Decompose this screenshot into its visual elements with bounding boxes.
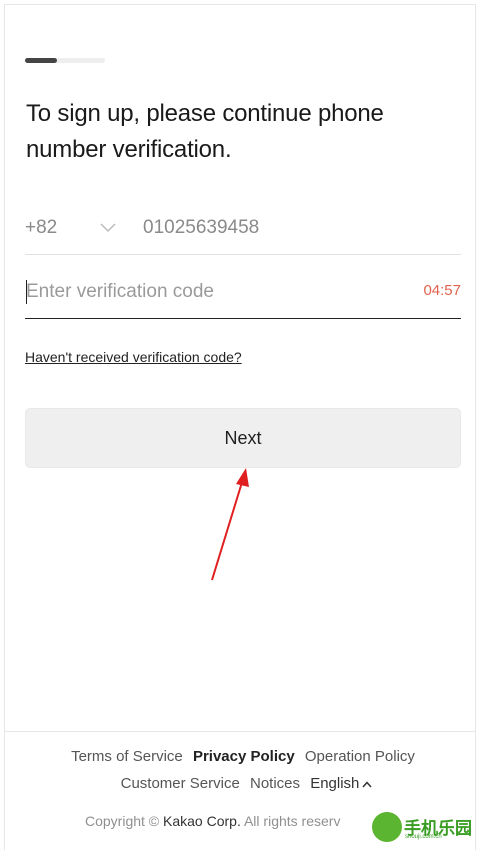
signup-progress-fill bbox=[25, 58, 57, 63]
caret-up-icon bbox=[362, 780, 372, 788]
watermark-icon bbox=[372, 812, 402, 842]
verification-code-row: 04:57 bbox=[25, 268, 461, 319]
footer-links-secondary: Customer Service Notices English bbox=[0, 775, 480, 792]
page-heading: To sign up, please continue phone number… bbox=[26, 100, 384, 163]
customer-service-link[interactable]: Customer Service bbox=[121, 775, 240, 792]
copyright-prefix: Copyright © bbox=[85, 813, 160, 829]
next-button[interactable]: Next bbox=[25, 408, 461, 468]
watermark-subtext: shouji.com.cn bbox=[405, 834, 442, 840]
notices-link[interactable]: Notices bbox=[250, 775, 300, 792]
footer-divider bbox=[5, 731, 475, 732]
resend-code-link[interactable]: Haven't received verification code? bbox=[25, 349, 242, 365]
copyright-suffix: All rights reserv bbox=[243, 813, 341, 829]
phone-number-field: 01025639458 bbox=[143, 217, 260, 238]
language-label: English bbox=[310, 775, 360, 792]
verification-timer: 04:57 bbox=[423, 282, 461, 299]
signup-progress-bar bbox=[25, 58, 105, 63]
country-code-select[interactable]: +82 bbox=[25, 217, 57, 239]
verification-code-input[interactable] bbox=[25, 276, 406, 308]
chevron-down-icon[interactable] bbox=[100, 223, 116, 233]
phone-number-row: +82 01025639458 bbox=[25, 205, 461, 255]
operation-policy-link[interactable]: Operation Policy bbox=[305, 748, 415, 765]
footer-links-primary: Terms of Service Privacy Policy Operatio… bbox=[0, 748, 480, 765]
privacy-policy-link[interactable]: Privacy Policy bbox=[193, 748, 295, 765]
terms-of-service-link[interactable]: Terms of Service bbox=[71, 748, 183, 765]
language-selector[interactable]: English bbox=[310, 775, 372, 792]
company-name: Kakao Corp. bbox=[163, 813, 241, 829]
watermark-logo: 手机乐园 shouji.com.cn bbox=[372, 812, 478, 846]
annotation-arrow-icon bbox=[211, 468, 249, 581]
copyright-text: Copyright © Kakao Corp. All rights reser… bbox=[85, 813, 340, 829]
